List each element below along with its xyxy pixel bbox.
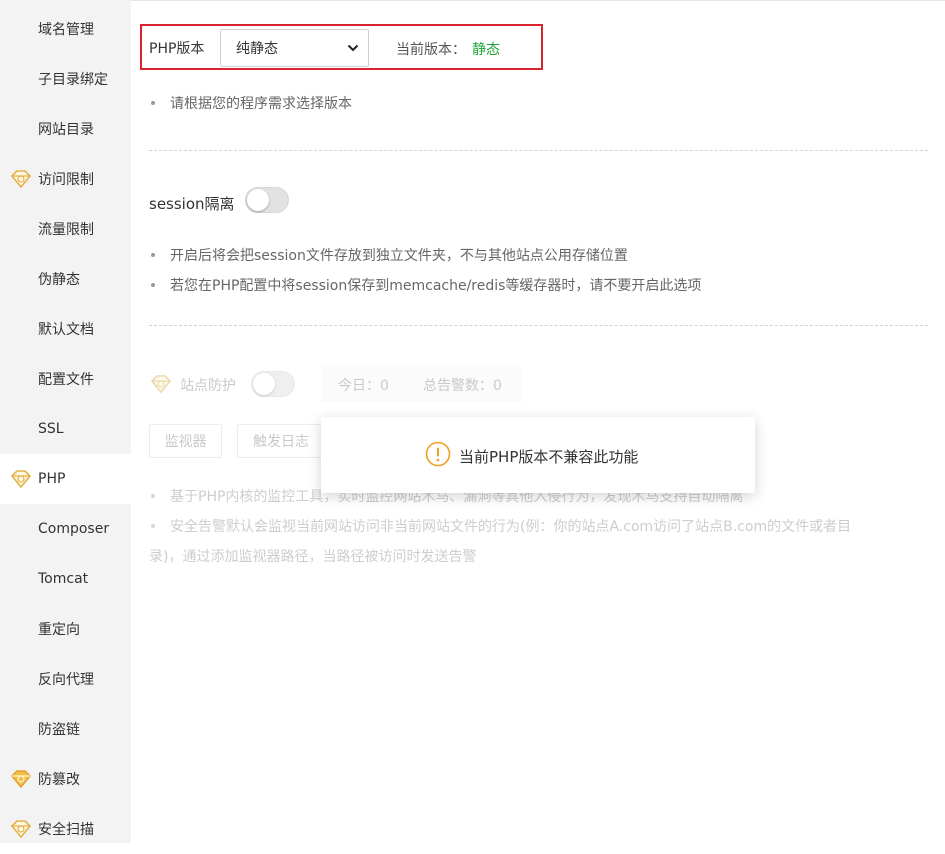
chevron-down-icon	[347, 44, 359, 52]
sidebar-item-label: PHP	[38, 471, 66, 487]
session-note: 开启后将会把session文件存放到独立文件夹，不与其他站点公用存储位置	[151, 245, 628, 265]
sidebar-item-domain[interactable]: 域名管理	[0, 4, 131, 54]
sidebar-item-rewrite[interactable]: 伪静态	[0, 254, 131, 304]
pro-gem-icon	[10, 820, 32, 839]
sidebar-item-label: 反向代理	[38, 672, 94, 688]
warning-circle-icon	[425, 441, 451, 467]
sidebar-item-tomcat[interactable]: Tomcat	[0, 554, 131, 604]
php-version-label: PHP版本	[149, 41, 205, 57]
sidebar-item-label: 访问限制	[38, 172, 94, 188]
sidebar-item-security-scan[interactable]: 安全扫描	[0, 804, 131, 854]
session-note: 若您在PHP配置中将session保存到memcache/redis等缓存器时，…	[150, 275, 701, 295]
sidebar-item-default-doc[interactable]: 默认文档	[0, 304, 131, 354]
sidebar-item-label: 防盗链	[38, 722, 80, 738]
sidebar-item-label: 子目录绑定	[38, 72, 108, 88]
pro-gem-icon	[10, 470, 32, 489]
sidebar: 域名管理 子目录绑定 网站目录 访问限制 流量限制 伪静态 默认文档 配置文件 …	[0, 0, 131, 843]
php-version-hint: 请根据您的程序需求选择版本	[151, 93, 352, 113]
sidebar-item-label: 网站目录	[38, 122, 94, 138]
toggle-knob	[247, 189, 269, 211]
sidebar-item-label: 配置文件	[38, 372, 94, 388]
pro-gem-icon	[10, 170, 32, 189]
sidebar-item-subdir[interactable]: 子目录绑定	[0, 54, 131, 104]
sidebar-item-label: SSL	[38, 421, 64, 437]
sidebar-item-site-dir[interactable]: 网站目录	[0, 104, 131, 154]
section-divider	[149, 150, 928, 151]
monitor-button[interactable]: 监视器	[149, 424, 222, 458]
top-divider	[131, 0, 945, 1]
protection-note-cont: 录)，通过添加监视器路径，当路径被访问时发送告警	[149, 549, 477, 565]
php-version-select[interactable]: 纯静态	[220, 29, 369, 67]
sidebar-item-config[interactable]: 配置文件	[0, 354, 131, 404]
incompatible-toast: 当前PHP版本不兼容此功能	[321, 417, 755, 493]
session-isolation-label: session隔离	[149, 195, 235, 213]
enterprise-gem-icon	[10, 770, 32, 789]
sidebar-item-composer[interactable]: Composer	[0, 504, 131, 554]
trigger-log-button[interactable]: 触发日志	[237, 424, 325, 458]
sidebar-item-label: 伪静态	[38, 272, 80, 288]
site-protection-toggle[interactable]	[251, 371, 295, 397]
current-version-label: 当前版本：	[396, 42, 466, 58]
php-version-selected-value: 纯静态	[236, 41, 278, 57]
sidebar-item-label: 防篡改	[38, 772, 80, 788]
pro-gem-icon	[150, 375, 172, 394]
sidebar-item-traffic-limit[interactable]: 流量限制	[0, 204, 131, 254]
sidebar-item-ssl[interactable]: SSL	[0, 404, 131, 454]
current-version-value: 静态	[472, 42, 500, 58]
sidebar-item-redirect[interactable]: 重定向	[0, 604, 131, 654]
sidebar-item-label: 安全扫描	[38, 822, 94, 838]
sidebar-item-label: 默认文档	[38, 322, 94, 338]
sidebar-item-label: Tomcat	[38, 571, 89, 587]
toast-message: 当前PHP版本不兼容此功能	[459, 448, 639, 466]
section-divider	[149, 325, 928, 326]
sidebar-item-label: 重定向	[38, 622, 80, 638]
total-alert-count: 总告警数：0	[423, 378, 502, 394]
protection-note: 安全告警默认会监视当前网站访问非当前网站文件的行为(例：你的站点A.com访问了…	[150, 516, 851, 536]
session-isolation-toggle[interactable]	[245, 187, 289, 213]
sidebar-item-hotlink[interactable]: 防盗链	[0, 704, 131, 754]
sidebar-item-php[interactable]: PHP	[0, 454, 131, 504]
site-protection-label: 站点防护	[180, 378, 236, 394]
sidebar-item-label: 域名管理	[38, 22, 94, 38]
toggle-knob	[253, 373, 275, 395]
sidebar-item-reverse-proxy[interactable]: 反向代理	[0, 654, 131, 704]
sidebar-item-label: Composer	[38, 521, 110, 537]
sidebar-item-access-limit[interactable]: 访问限制	[0, 154, 131, 204]
sidebar-item-tamper-proof[interactable]: 防篡改	[0, 754, 131, 804]
today-count: 今日：0	[338, 378, 389, 394]
sidebar-item-label: 流量限制	[38, 222, 94, 238]
